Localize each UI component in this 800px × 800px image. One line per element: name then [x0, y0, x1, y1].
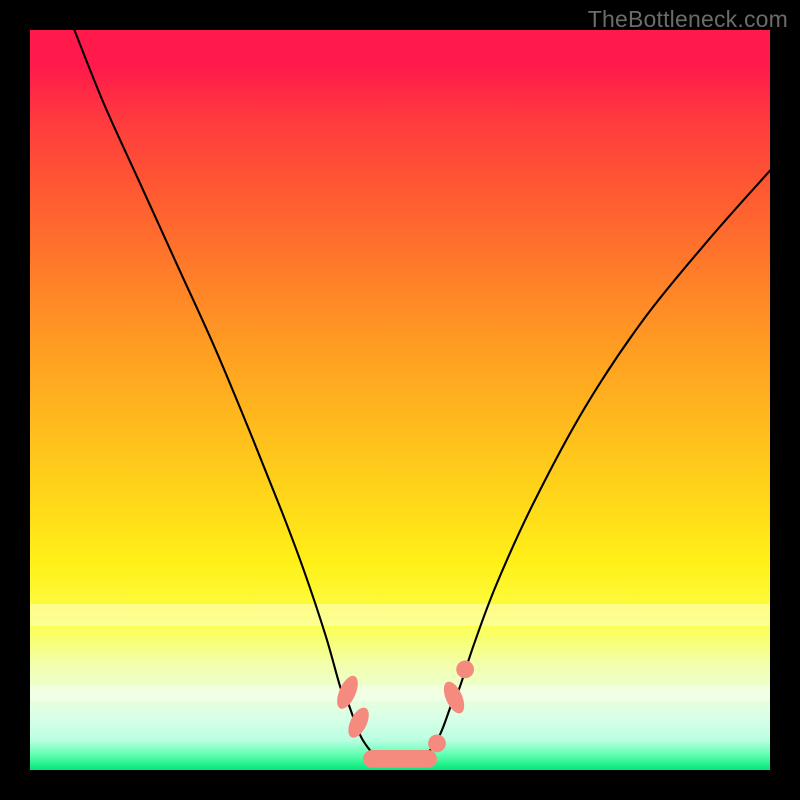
chart-svg: [30, 30, 770, 770]
curve-marker-1: [344, 704, 373, 740]
curve-marker-4: [440, 679, 469, 717]
chart-plot-area: [30, 30, 770, 770]
curve-line: [74, 30, 770, 765]
curve-marker-3: [428, 734, 446, 752]
watermark-text: TheBottleneck.com: [588, 6, 788, 33]
gradient-band-1: [30, 604, 770, 626]
curve-marker-0: [333, 673, 362, 712]
curve-marker-5: [456, 660, 474, 678]
curve-markers: [333, 660, 474, 767]
chart-frame: TheBottleneck.com: [0, 0, 800, 800]
curve-marker-2: [363, 750, 437, 768]
bottleneck-curve: [74, 30, 770, 765]
gradient-band-2: [30, 685, 770, 701]
